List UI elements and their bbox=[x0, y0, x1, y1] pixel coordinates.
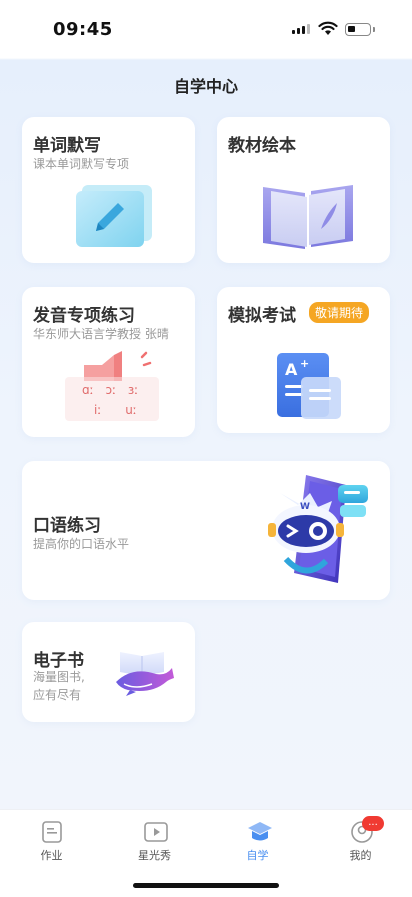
oral-practice-card[interactable]: 口语练习 提高你的口语水平 W bbox=[22, 461, 390, 600]
play-video-icon bbox=[144, 822, 168, 842]
tab-profile[interactable]: ... 我的 bbox=[309, 810, 412, 870]
page-title: 自学中心 bbox=[173, 77, 238, 96]
oral-title: 口语练习 bbox=[33, 516, 101, 536]
ebook-card[interactable]: 电子书 海量图书, 应有尽有 bbox=[22, 622, 195, 722]
whale-book-icon bbox=[116, 652, 174, 696]
battery-icon bbox=[345, 23, 375, 36]
exam-sheet-icon: A + bbox=[277, 353, 341, 419]
pronunciation-subtitle: 华东师大语言学教授 张晴 bbox=[33, 327, 169, 341]
pronunciation-card[interactable]: 发音专项练习 华东师大语言学教授 张晴 ɑː ɔː ɜː iː uː bbox=[22, 287, 195, 437]
pronunciation-title: 发音专项练习 bbox=[33, 306, 135, 326]
graduation-cap-icon bbox=[248, 822, 272, 841]
svg-text:+: + bbox=[300, 357, 309, 370]
ebook-subtitle-line2: 应有尽有 bbox=[33, 688, 82, 702]
tab-self-study[interactable]: 自学 bbox=[206, 810, 309, 870]
dictation-card[interactable]: 单词默写 课本单词默写专项 bbox=[22, 117, 195, 263]
homework-icon bbox=[42, 821, 62, 843]
status-bar: 09:45 bbox=[0, 0, 412, 58]
textbook-card[interactable]: 教材绘本 bbox=[217, 117, 390, 263]
svg-text:W: W bbox=[300, 502, 310, 512]
oral-subtitle: 提高你的口语水平 bbox=[33, 537, 130, 551]
tab-homework-label: 作业 bbox=[40, 849, 63, 862]
dictation-title: 单词默写 bbox=[33, 136, 101, 156]
dictation-subtitle: 课本单词默写专项 bbox=[33, 157, 130, 171]
robot-phone-icon: W bbox=[268, 475, 368, 583]
home-indicator bbox=[133, 883, 279, 888]
wifi-icon bbox=[318, 21, 338, 35]
textbook-title: 教材绘本 bbox=[228, 136, 296, 156]
open-book-icon bbox=[263, 185, 353, 249]
phonetics-row-1: ɑː ɔː ɜː bbox=[82, 383, 139, 397]
svg-text:A: A bbox=[285, 360, 298, 379]
status-time: 09:45 bbox=[53, 19, 113, 40]
tab-homework[interactable]: 作业 bbox=[0, 810, 103, 870]
pencil-note-icon bbox=[76, 185, 152, 247]
tab-self-study-label: 自学 bbox=[246, 849, 269, 862]
mock-exam-card[interactable]: 模拟考试 敬请期待 A + bbox=[217, 287, 390, 433]
tab-starshow[interactable]: 星光秀 bbox=[103, 810, 206, 870]
ebook-subtitle-line1: 海量图书, bbox=[33, 670, 85, 684]
coming-soon-badge: 敬请期待 bbox=[309, 302, 370, 323]
phonetics-row-2: iː uː bbox=[94, 403, 137, 417]
mock-exam-title: 模拟考试 bbox=[228, 306, 296, 326]
notification-badge: ... bbox=[362, 816, 384, 831]
tab-starshow-label: 星光秀 bbox=[138, 849, 171, 862]
tab-profile-label: 我的 bbox=[349, 849, 372, 862]
